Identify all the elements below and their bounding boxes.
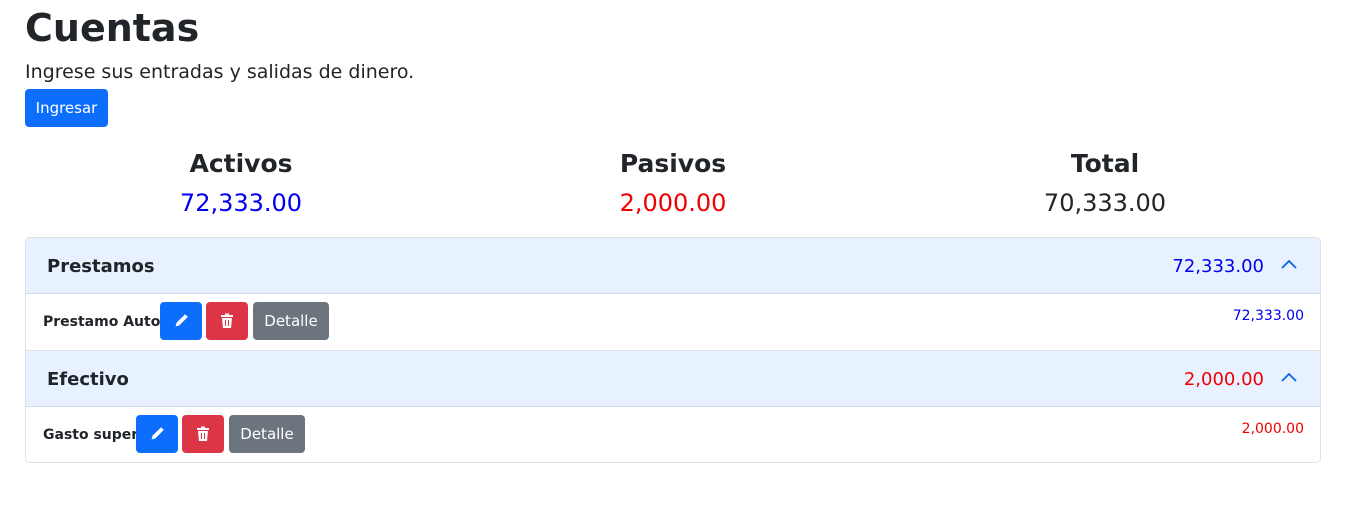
trash-icon	[221, 313, 233, 328]
ingresar-button[interactable]: Ingresar	[25, 89, 108, 127]
pencil-icon	[175, 314, 188, 327]
activos-label: Activos	[189, 149, 293, 178]
account-amount: 2,000.00	[1183, 369, 1264, 390]
account-name: Prestamos	[47, 256, 155, 277]
item-amount: 72,333.00	[1232, 308, 1304, 324]
summary-row: Activos 72,333.00 Pasivos 2,000.00 Total…	[25, 148, 1321, 218]
account-item-row: Prestamo Auto Detalle 72,333.00	[26, 294, 1320, 351]
delete-button[interactable]	[206, 302, 248, 340]
total-label: Total	[1070, 149, 1140, 178]
page-title: Cuentas	[25, 6, 200, 50]
account-amount: 72,333.00	[1172, 256, 1264, 277]
pasivos-label: Pasivos	[619, 149, 727, 178]
edit-button[interactable]	[160, 302, 202, 340]
account-item-row: Gasto super Detalle 2,000.00	[26, 407, 1320, 462]
chevron-up-icon[interactable]	[1280, 371, 1298, 383]
pasivos-value: 2,000.00	[619, 189, 727, 217]
item-name: Gasto super	[43, 427, 139, 443]
accounts-accordion: Prestamos 72,333.00 Prestamo Auto Detall…	[25, 237, 1321, 463]
edit-button[interactable]	[136, 415, 178, 453]
pencil-icon	[151, 427, 164, 440]
account-name: Efectivo	[47, 369, 129, 390]
item-amount: 2,000.00	[1241, 421, 1304, 437]
item-name: Prestamo Auto	[43, 314, 161, 330]
accordion-header-efectivo[interactable]: Efectivo 2,000.00	[26, 351, 1320, 407]
detalle-button[interactable]: Detalle	[253, 302, 329, 340]
page-subtitle: Ingrese sus entradas y salidas de dinero…	[25, 61, 415, 83]
summary-activos: Activos 72,333.00	[25, 148, 457, 218]
trash-icon	[197, 426, 209, 441]
accordion-header-prestamos[interactable]: Prestamos 72,333.00	[26, 238, 1320, 294]
chevron-up-icon[interactable]	[1280, 258, 1298, 270]
delete-button[interactable]	[182, 415, 224, 453]
total-value: 70,333.00	[1043, 189, 1167, 217]
summary-total: Total 70,333.00	[889, 148, 1321, 218]
summary-pasivos: Pasivos 2,000.00	[457, 148, 889, 218]
detalle-button[interactable]: Detalle	[229, 415, 305, 453]
activos-value: 72,333.00	[179, 189, 303, 217]
